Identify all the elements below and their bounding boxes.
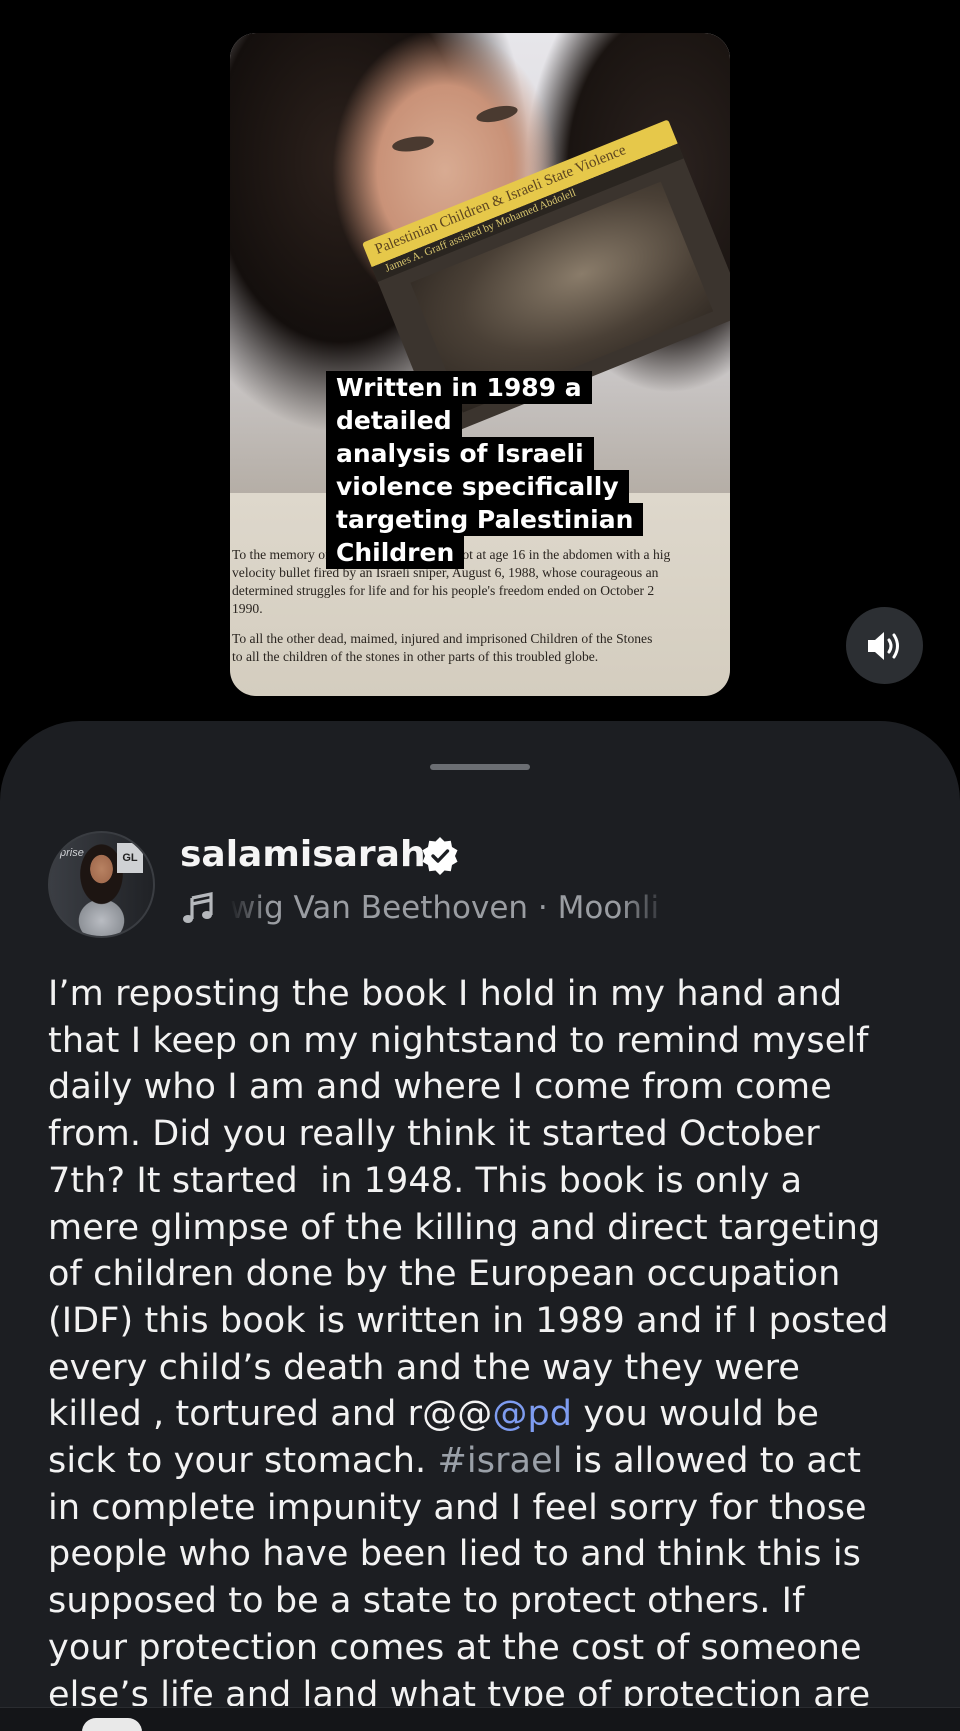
description-line: every child’s death and the way they wer… <box>48 1345 928 1392</box>
description-text: (IDF) this book is written in 1989 and i… <box>48 1300 889 1341</box>
avatar-logo-text: prise <box>60 847 84 859</box>
description-text: daily who I am and where I come from com… <box>48 1067 832 1108</box>
description-text: from. Did you really think it started Oc… <box>48 1114 820 1155</box>
verified-badge-icon <box>422 837 458 875</box>
description-text: 7th? It started in 1948. This book is on… <box>48 1160 803 1201</box>
description-line: else’s life and land what type of protec… <box>48 1672 928 1706</box>
description-line: (IDF) this book is written in 1989 and i… <box>48 1298 928 1345</box>
description-text: that I keep on my nightstand to remind m… <box>48 1020 869 1061</box>
description-text: mere glimpse of the killing and direct t… <box>48 1207 881 1248</box>
description-text: sick to your stomach. <box>48 1441 438 1482</box>
description-line: mere glimpse of the killing and direct t… <box>48 1205 928 1252</box>
description-text: of children done by the European occupat… <box>48 1254 841 1295</box>
description-line: supposed to be a state to protect others… <box>48 1578 928 1625</box>
description-line: killed , tortured and r@@@pd you would b… <box>48 1391 928 1438</box>
bottom-bar-item[interactable] <box>82 1718 142 1731</box>
description-text: I’m reposting the book I hold in my hand… <box>48 974 843 1014</box>
eye-right <box>475 102 519 126</box>
caption-line: analysis of Israeli <box>326 437 594 470</box>
description-line: of children done by the European occupat… <box>48 1251 928 1298</box>
avatar[interactable]: prise GL <box>48 831 155 938</box>
caption-line: Children <box>326 536 465 569</box>
speaker-on-icon <box>867 631 899 660</box>
description-text: you would be <box>572 1394 819 1435</box>
username[interactable]: salamisarah <box>180 831 426 879</box>
video-caption: Written in 1989 a detailed analysis of I… <box>326 371 706 569</box>
audio-track-row[interactable]: wig Van Beethoven · Moonli <box>180 886 670 930</box>
description-line: from. Did you really think it started Oc… <box>48 1111 928 1158</box>
description-line: your protection comes at the cost of som… <box>48 1625 928 1672</box>
description-line: that I keep on my nightstand to remind m… <box>48 1018 928 1065</box>
description-line: people who have been lied to and think t… <box>48 1531 928 1578</box>
video-preview[interactable]: Palestinian Children & Israeli State Vio… <box>230 33 730 696</box>
sound-toggle-button[interactable] <box>846 607 923 684</box>
description-text: supposed to be a state to protect others… <box>48 1581 805 1622</box>
sheet-drag-handle[interactable] <box>430 764 530 770</box>
page-line: 1990. <box>232 601 263 616</box>
caption-line: targeting Palestinian <box>326 503 644 536</box>
description-line: in complete impunity and I feel sorry fo… <box>48 1485 928 1532</box>
avatar-logo-badge: GL <box>117 843 143 873</box>
page-line: To all the other dead, maimed, injured a… <box>232 631 653 646</box>
mention-link[interactable]: @pd <box>492 1394 572 1434</box>
description-text: else’s life and land what type of protec… <box>48 1674 871 1706</box>
caption-line: Written in 1989 a detailed <box>326 371 592 437</box>
description-text: your protection comes at the cost of som… <box>48 1627 862 1668</box>
description-line: daily who I am and where I come from com… <box>48 1064 928 1111</box>
description-line: 7th? It started in 1948. This book is on… <box>48 1158 928 1205</box>
description-text: people who have been lied to and think t… <box>48 1534 862 1575</box>
audio-track-name: wig Van Beethoven · Moonli <box>230 890 660 926</box>
description-text: in complete impunity and I feel sorry fo… <box>48 1487 867 1528</box>
post-details-sheet: prise GL salamisarah wig Van Beethoven ·… <box>0 721 960 1731</box>
caption-line: violence specifically <box>326 470 629 503</box>
description-line: I’m reposting the book I hold in my hand… <box>48 971 928 1018</box>
description-text: killed , tortured and r@@ <box>48 1394 493 1435</box>
eye-left <box>391 134 435 154</box>
bottom-bar <box>0 1707 960 1731</box>
description-text: is allowed to act <box>562 1441 862 1482</box>
music-note-icon <box>183 892 213 923</box>
post-description: I’m reposting the book I hold in my hand… <box>48 971 928 1706</box>
page-line: determined struggles for life and for hi… <box>232 583 655 598</box>
hashtag-link[interactable]: #israel <box>437 1441 562 1481</box>
description-line: sick to your stomach. #israel is allowed… <box>48 1438 928 1485</box>
description-text: every child’s death and the way they wer… <box>48 1347 800 1388</box>
page-paragraph-2: To all the other dead, maimed, injured a… <box>232 630 730 666</box>
page-line: to all the children of the stones in oth… <box>232 649 599 664</box>
